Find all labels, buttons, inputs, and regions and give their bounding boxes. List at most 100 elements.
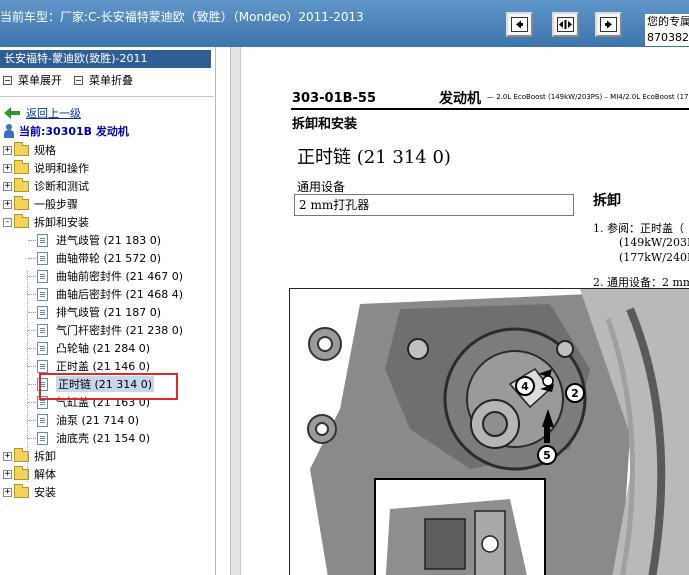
expand-node-icon[interactable]: + xyxy=(3,469,12,479)
tool-item: 2 mm打孔器 xyxy=(294,194,574,216)
tree-item-label: 曲轴后密封件 (21 468 4) xyxy=(56,288,184,301)
title-bar: 当前车型：厂家:C-长安福特蒙迪欧（致胜）（Mondeo）2011-2013 您… xyxy=(0,0,689,47)
tree-item-label: 曲轴带轮 (21 572 0) xyxy=(56,252,162,265)
tree-folder[interactable]: + 拆卸 xyxy=(3,447,56,465)
tree-item-label: 曲轴前密封件 (21 467 0) xyxy=(56,270,184,283)
expand-node-icon[interactable]: + xyxy=(3,487,12,497)
tree-guide-branch xyxy=(28,330,36,331)
tree-document[interactable]: 排气歧管 (21 187 0) xyxy=(37,303,161,321)
tree-guide-branch xyxy=(28,348,36,349)
tree-guide-branch xyxy=(28,240,36,241)
engine-drawing xyxy=(290,289,689,575)
tree-guide-branch xyxy=(28,438,36,439)
tree-document[interactable]: 曲轴前密封件 (21 467 0) xyxy=(37,267,183,285)
prev-page-button[interactable] xyxy=(506,12,533,37)
fit-page-button[interactable] xyxy=(552,12,579,37)
tree-item-label: 一般步骤 xyxy=(34,198,78,211)
tree-item-label: 气门杆密封件 (21 238 0) xyxy=(56,324,184,337)
document-icon xyxy=(37,287,48,301)
expand-node-icon[interactable]: + xyxy=(3,199,12,209)
collapse-icon xyxy=(74,75,83,85)
doc-header-rule xyxy=(291,108,689,110)
tree-guide-branch xyxy=(28,258,36,259)
step-1-line-2: (149kW/203PS xyxy=(619,236,689,249)
document-icon xyxy=(37,431,48,445)
contact-line-1: 您的专属 xyxy=(647,15,689,28)
collapse-menu-label: 菜单折叠 xyxy=(89,74,133,87)
doc-engine-spec: — 2.0L EcoBoost (149kW/203PS) – MI4/2.0L… xyxy=(487,93,689,101)
document-icon xyxy=(37,251,48,265)
folder-icon xyxy=(14,195,29,210)
tree-guide-branch xyxy=(28,420,36,421)
navigation-panel: 长安福特-蒙迪欧(致胜)-2011 菜单展开 菜单折叠 返回上一级 当前:303… xyxy=(0,47,216,575)
tree-item-label: 拆卸和安装 xyxy=(34,216,89,229)
user-icon xyxy=(3,124,15,138)
doc-engine: 发动机 xyxy=(439,91,481,107)
tree-guide-branch xyxy=(28,402,36,403)
tree-guide-branch xyxy=(28,294,36,295)
vehicle-header: 长安福特-蒙迪欧(致胜)-2011 xyxy=(0,50,211,68)
tree-document[interactable]: 曲轴带轮 (21 572 0) xyxy=(37,249,161,267)
tree-document[interactable]: 油泵 (21 714 0) xyxy=(37,411,139,429)
tree-guide-branch xyxy=(28,384,36,385)
document-viewer: 303-01B-55 发动机 — 2.0L EcoBoost (149kW/20… xyxy=(230,47,689,575)
folder-icon xyxy=(14,177,29,192)
fit-page-icon xyxy=(557,17,574,32)
folder-icon xyxy=(14,141,29,156)
prev-page-icon xyxy=(511,17,528,32)
tree-folder[interactable]: - 拆卸和安装 xyxy=(3,213,89,231)
doc-heading: 正时链 (21 314 0) xyxy=(297,147,451,168)
tree-document[interactable]: 进气歧管 (21 183 0) xyxy=(37,231,161,249)
tree-folder[interactable]: + 说明和操作 xyxy=(3,159,89,177)
expand-menu-button[interactable]: 菜单展开 xyxy=(3,72,62,88)
back-arrow-icon xyxy=(4,107,20,119)
callout-2: 2 xyxy=(565,383,585,403)
tree-guide-line xyxy=(27,271,28,482)
tree-item-label: 凸轮轴 (21 284 0) xyxy=(56,342,151,355)
tree-folder[interactable]: + 诊断和测试 xyxy=(3,177,89,195)
tree-folder[interactable]: + 一般步骤 xyxy=(3,195,78,213)
tree-folder[interactable]: + 规格 xyxy=(3,141,56,159)
tree-folder[interactable]: + 解体 xyxy=(3,465,56,483)
callout-5: 5 xyxy=(537,445,557,465)
document-icon xyxy=(37,305,48,319)
back-link[interactable]: 返回上一级 xyxy=(4,104,81,122)
expand-node-icon[interactable]: + xyxy=(3,451,12,461)
folder-icon xyxy=(14,159,29,174)
doc-section: 拆卸和安装 xyxy=(292,117,358,132)
highlight-annotation xyxy=(39,373,178,400)
next-page-button[interactable] xyxy=(595,12,622,37)
expand-menu-label: 菜单展开 xyxy=(18,74,62,87)
tree-document[interactable]: 油底壳 (21 154 0) xyxy=(37,429,150,447)
app-title: 当前车型：厂家:C-长安福特蒙迪欧（致胜）（Mondeo）2011-2013 xyxy=(0,10,364,24)
expand-node-icon[interactable]: + xyxy=(3,163,12,173)
back-link-label: 返回上一级 xyxy=(26,107,81,120)
tree-folder[interactable]: + 安装 xyxy=(3,483,56,501)
tree-item-label: 说明和操作 xyxy=(34,162,89,175)
callout-4: 4 xyxy=(515,376,535,396)
document-icon xyxy=(37,359,48,373)
current-node: 当前:30301B 发动机 xyxy=(3,122,129,140)
document-icon xyxy=(37,233,48,247)
tree-item-label: 拆卸 xyxy=(34,450,56,463)
removal-heading: 拆卸 xyxy=(593,193,621,209)
expand-node-icon[interactable]: + xyxy=(3,145,12,155)
expand-icon xyxy=(3,75,12,85)
collapse-node-icon[interactable]: - xyxy=(3,217,12,227)
tree-item-label: 正时盖 (21 146 0) xyxy=(56,360,151,373)
tree-item-label: 油泵 (21 714 0) xyxy=(56,414,140,427)
tree-document[interactable]: 气门杆密封件 (21 238 0) xyxy=(37,321,183,339)
current-node-label: 当前:30301B 发动机 xyxy=(19,125,129,138)
step-1-line-3: (177kW/240PS xyxy=(619,251,689,264)
tree-document[interactable]: 曲轴后密封件 (21 468 4) xyxy=(37,285,183,303)
tree-guide-branch xyxy=(28,276,36,277)
tree-item-label: 解体 xyxy=(34,468,56,481)
document-gutter xyxy=(231,47,241,575)
folder-icon xyxy=(14,213,29,228)
next-page-icon xyxy=(600,17,617,32)
document-icon xyxy=(37,413,48,427)
tree-item-label: 安装 xyxy=(34,486,56,499)
expand-node-icon[interactable]: + xyxy=(3,181,12,191)
tree-document[interactable]: 凸轮轴 (21 284 0) xyxy=(37,339,150,357)
collapse-menu-button[interactable]: 菜单折叠 xyxy=(74,72,133,88)
